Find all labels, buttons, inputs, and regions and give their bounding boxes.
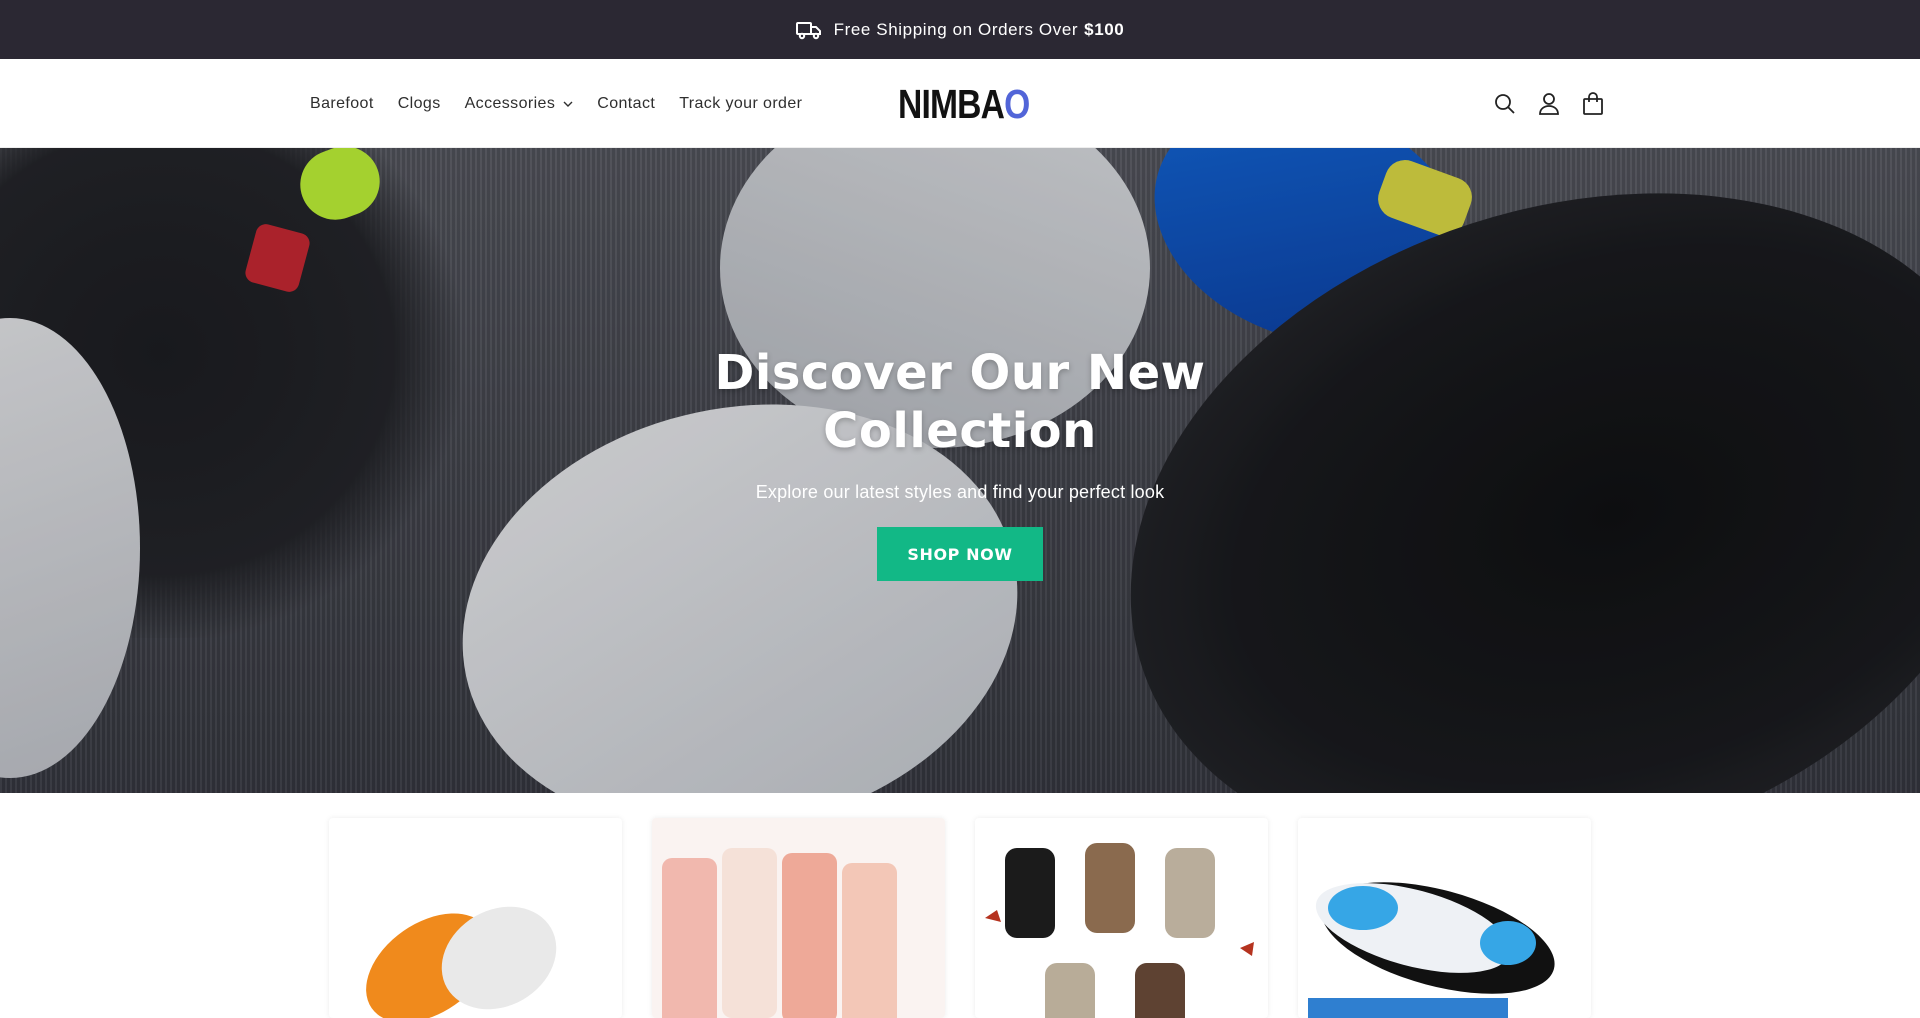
nav-barefoot[interactable]: Barefoot [298, 87, 386, 121]
header-icons [1490, 59, 1608, 148]
insoles-image [1308, 882, 1555, 1018]
pink-socks-image [652, 818, 945, 1018]
site-header: Barefoot Clogs Accessories Contact Track… [0, 59, 1920, 148]
search-icon[interactable] [1490, 89, 1520, 119]
account-icon[interactable] [1534, 89, 1564, 119]
nav-label: Accessories [464, 94, 556, 112]
announcement-text: Free Shipping on Orders Over [833, 19, 1079, 39]
truck-icon [795, 20, 822, 40]
nav-accessories[interactable]: Accessories [453, 87, 586, 121]
shop-now-button[interactable]: SHOP NOW [877, 527, 1043, 581]
nav-label: Track your order [679, 94, 803, 112]
hero-banner: Discover Our New Collection Explore our … [0, 148, 1920, 793]
logo-text: NIMBA [898, 81, 1005, 127]
announcement-amount: $100 [1084, 19, 1125, 39]
hero-subtitle: Explore our latest styles and find your … [755, 482, 1165, 502]
barefoot-shoes-image [366, 906, 557, 1018]
nav-clogs[interactable]: Clogs [386, 87, 453, 121]
ankle-socks-image [985, 843, 1254, 1018]
product-grid [329, 818, 1591, 1018]
site-logo[interactable]: NIMBAO [898, 81, 1030, 127]
logo-accent: O [1004, 81, 1030, 127]
nav-label: Barefoot [310, 94, 374, 112]
product-card[interactable] [1298, 818, 1591, 1018]
nav-track-order[interactable]: Track your order [667, 87, 814, 121]
nav-contact[interactable]: Contact [585, 87, 667, 121]
chevron-down-icon [563, 101, 573, 107]
announcement-bar: Free Shipping on Orders Over $100 [0, 0, 1920, 59]
main-navigation: Barefoot Clogs Accessories Contact Track… [298, 59, 814, 148]
product-card[interactable] [975, 818, 1268, 1018]
hero-title: Discover Our New Collection [714, 345, 1206, 459]
hero-content: Discover Our New Collection Explore our … [0, 148, 1920, 793]
nav-label: Clogs [397, 94, 441, 112]
product-card[interactable] [652, 818, 945, 1018]
nav-label: Contact [597, 94, 656, 112]
cart-icon[interactable] [1578, 89, 1608, 119]
product-card[interactable] [329, 818, 622, 1018]
